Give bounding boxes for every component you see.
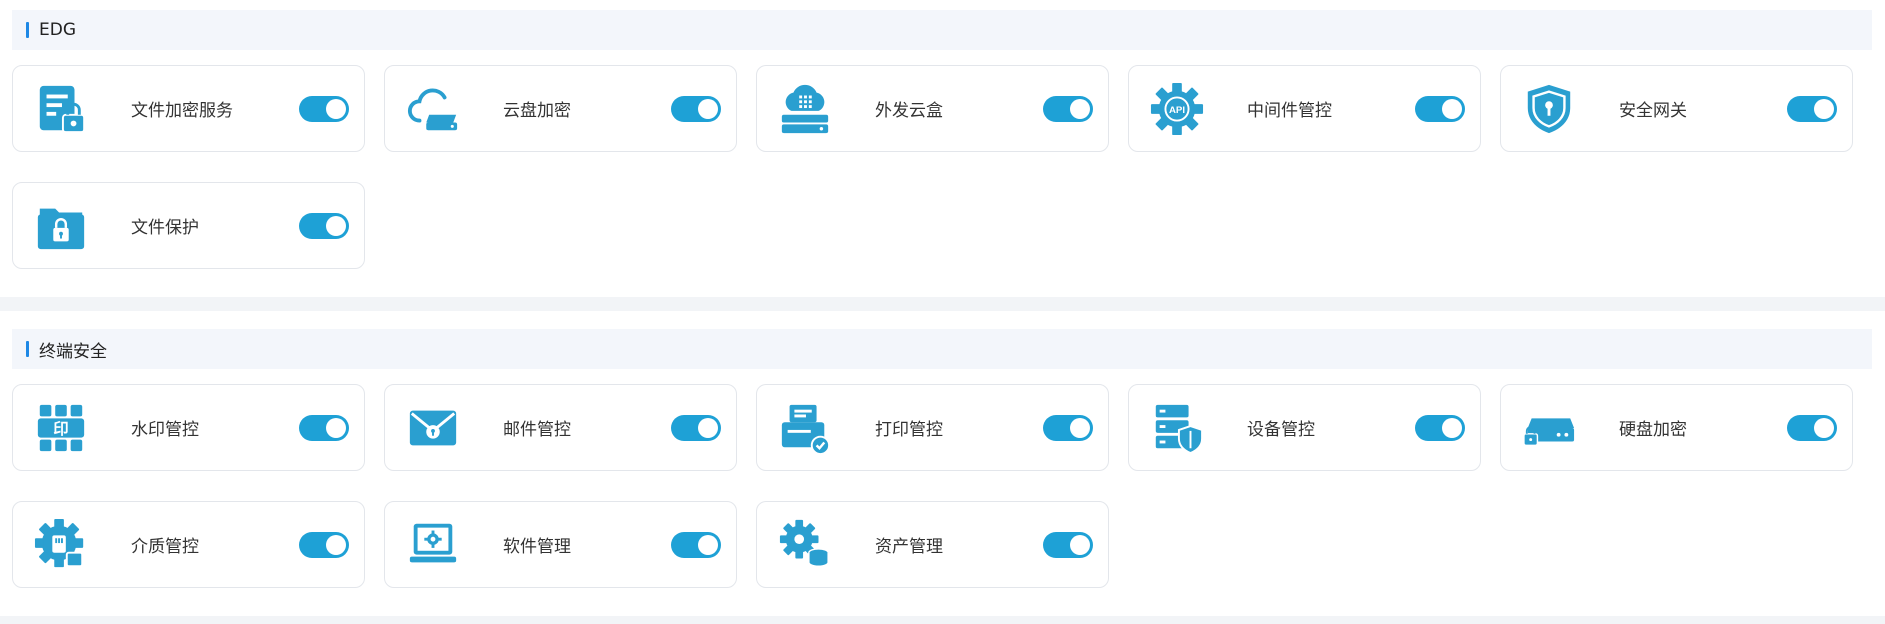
printer-check-icon [777, 400, 833, 456]
toggle-knob [1070, 98, 1090, 119]
card-security-gateway: 安全网关 [1500, 65, 1853, 152]
section-divider [0, 616, 1885, 624]
laptop-gear-icon [405, 517, 461, 573]
toggle-switch[interactable] [1043, 414, 1093, 441]
card-label: 中间件管控 [1247, 101, 1332, 121]
card-label: 软件管理 [503, 537, 571, 557]
card-cloud-drive-encryption: 云盘加密 [384, 65, 737, 152]
card-label: 文件加密服务 [131, 101, 233, 121]
card-middleware-control: API 中间件管控 [1128, 65, 1481, 152]
card-label: 设备管控 [1247, 420, 1315, 440]
toggle-knob [698, 534, 718, 555]
section-title: 终端安全 [39, 341, 107, 362]
cloud-box-icon [777, 81, 833, 137]
toggle-switch[interactable] [671, 414, 721, 441]
toggle-switch[interactable] [1043, 531, 1093, 558]
server-shield-icon [1149, 400, 1205, 456]
toggle-knob [1070, 417, 1090, 438]
toggle-knob [326, 534, 346, 555]
toggle-switch[interactable] [1787, 95, 1837, 122]
mail-icon [405, 400, 461, 456]
card-label: 云盘加密 [503, 101, 571, 121]
svg-text:API: API [1169, 104, 1185, 115]
toggle-knob [1814, 98, 1834, 119]
card-label: 打印管控 [875, 420, 943, 440]
section-header-endpoint-security: 终端安全 [12, 329, 1872, 369]
toggle-switch[interactable] [299, 95, 349, 122]
section-divider [0, 297, 1885, 311]
gear-database-icon [777, 517, 833, 573]
card-label: 硬盘加密 [1619, 420, 1687, 440]
section-accent-bar [26, 22, 29, 38]
toggle-knob [326, 417, 346, 438]
shield-lock-icon [1521, 81, 1577, 137]
toggle-switch[interactable] [299, 531, 349, 558]
toggle-knob [1442, 417, 1462, 438]
toggle-switch[interactable] [671, 531, 721, 558]
card-label: 介质管控 [131, 537, 199, 557]
card-outbound-cloud-box: 外发云盒 [756, 65, 1109, 152]
toggle-knob [1442, 98, 1462, 119]
toggle-knob [698, 98, 718, 119]
card-label: 外发云盒 [875, 101, 943, 121]
toggle-knob [698, 417, 718, 438]
toggle-knob [326, 215, 346, 236]
cloud-drive-icon [405, 81, 461, 137]
toggle-knob [326, 98, 346, 119]
card-disk-encryption: 硬盘加密 [1500, 384, 1853, 471]
section-title: EDG [39, 20, 77, 40]
toggle-switch[interactable] [1787, 414, 1837, 441]
section-header-edg: EDG [12, 10, 1872, 50]
watermark-icon: 印 [33, 400, 89, 456]
card-file-protection: 文件保护 [12, 182, 365, 269]
card-asset-management: 资产管理 [756, 501, 1109, 588]
card-label: 资产管理 [875, 537, 943, 557]
toggle-switch[interactable] [299, 414, 349, 441]
api-gear-icon: API [1149, 81, 1205, 137]
card-print-control: 打印管控 [756, 384, 1109, 471]
toggle-knob [1070, 534, 1090, 555]
card-software-management: 软件管理 [384, 501, 737, 588]
toggle-knob [1814, 417, 1834, 438]
toggle-switch[interactable] [299, 212, 349, 239]
card-label: 文件保护 [131, 218, 199, 238]
card-device-control: 设备管控 [1128, 384, 1481, 471]
toggle-switch[interactable] [1415, 414, 1465, 441]
card-label: 邮件管控 [503, 420, 571, 440]
media-gear-icon [33, 517, 89, 573]
card-mail-control: 邮件管控 [384, 384, 737, 471]
folder-lock-icon [33, 198, 89, 254]
card-label: 安全网关 [1619, 101, 1687, 121]
toggle-switch[interactable] [1415, 95, 1465, 122]
card-file-encryption-service: 文件加密服务 [12, 65, 365, 152]
card-watermark-control: 印 水印管控 [12, 384, 365, 471]
svg-text:印: 印 [53, 419, 68, 437]
card-media-control: 介质管控 [12, 501, 365, 588]
disk-lock-icon [1521, 400, 1577, 456]
file-lock-icon [33, 81, 89, 137]
toggle-switch[interactable] [671, 95, 721, 122]
card-label: 水印管控 [131, 420, 199, 440]
section-accent-bar [26, 341, 29, 357]
toggle-switch[interactable] [1043, 95, 1093, 122]
